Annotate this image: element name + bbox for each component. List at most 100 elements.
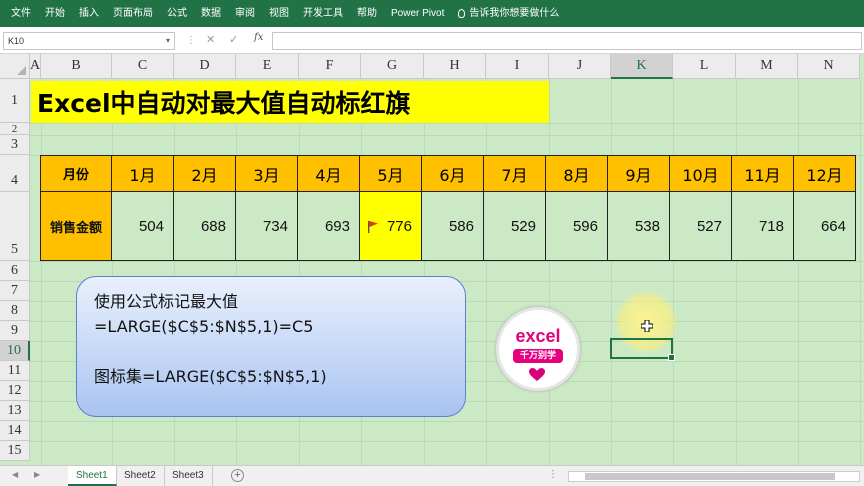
month-header-row: 月份 1月 2月 3月 4月 5月 6月 7月 8月 9月 10月 11月 12… <box>40 155 856 192</box>
note-line: 使用公式标记最大值 <box>94 292 239 311</box>
next-sheet-icon[interactable]: ▶ <box>34 470 40 479</box>
sales-value-cell[interactable]: 688 <box>173 191 236 261</box>
sales-value-cell[interactable]: 693 <box>297 191 360 261</box>
month-cell[interactable]: 8月 <box>545 155 608 192</box>
sales-value-cell[interactable]: 664 <box>793 191 856 261</box>
active-cell-k10[interactable] <box>610 338 675 361</box>
month-cell[interactable]: 10月 <box>669 155 732 192</box>
month-cell[interactable]: 11月 <box>731 155 794 192</box>
chevron-down-icon[interactable]: ▾ <box>166 33 170 49</box>
row-header-1[interactable]: 1 <box>0 79 30 123</box>
column-header-j[interactable]: J <box>549 54 611 79</box>
gridline <box>30 261 864 262</box>
row-header-13[interactable]: 13 <box>0 401 30 421</box>
row-header-4[interactable]: 4 <box>0 155 30 192</box>
enter-icon[interactable]: ✓ <box>229 33 238 46</box>
row-header-5[interactable]: 5 <box>0 192 30 261</box>
sheet-tab-sheet2[interactable]: Sheet2 <box>116 466 165 486</box>
sales-data-row: 销售金额 504 688 734 693 776 586 529 596 538… <box>40 191 856 261</box>
tab-home[interactable]: 开始 <box>38 0 72 27</box>
column-header-a[interactable]: A <box>30 54 41 79</box>
lightbulb-icon <box>458 9 466 18</box>
tab-review[interactable]: 审阅 <box>228 0 262 27</box>
gridline <box>30 135 864 136</box>
tell-me-box[interactable]: 告诉我你想要做什么 <box>451 0 566 27</box>
gridline <box>798 79 799 465</box>
tab-file[interactable]: 文件 <box>4 0 38 27</box>
month-cell[interactable]: 7月 <box>483 155 546 192</box>
row-header-14[interactable]: 14 <box>0 421 30 441</box>
row-header-15[interactable]: 15 <box>0 441 30 461</box>
tab-insert[interactable]: 插入 <box>72 0 106 27</box>
month-cell[interactable]: 3月 <box>235 155 298 192</box>
select-all-button[interactable] <box>0 54 30 79</box>
gridline <box>30 421 864 422</box>
column-header-i[interactable]: I <box>486 54 549 79</box>
row-header-8[interactable]: 8 <box>0 301 30 321</box>
row-header-12[interactable]: 12 <box>0 381 30 401</box>
column-header-m[interactable]: M <box>736 54 798 79</box>
heart-icon <box>529 368 545 381</box>
column-header-k[interactable]: K <box>611 54 673 79</box>
tab-help[interactable]: 帮助 <box>350 0 384 27</box>
max-sales-value-cell[interactable]: 776 <box>359 191 422 261</box>
column-header-g[interactable]: G <box>361 54 424 79</box>
month-cell[interactable]: 5月 <box>359 155 422 192</box>
grip-icon: ⋮ <box>186 35 196 46</box>
row-header-10[interactable]: 10 <box>0 341 30 361</box>
sales-value-cell[interactable]: 596 <box>545 191 608 261</box>
row-header-11[interactable]: 11 <box>0 361 30 381</box>
formula-input[interactable] <box>272 32 862 50</box>
month-cell[interactable]: 1月 <box>111 155 174 192</box>
row-header-2[interactable]: 2 <box>0 123 30 135</box>
tab-power-pivot[interactable]: Power Pivot <box>384 0 451 27</box>
gridline <box>673 79 674 465</box>
column-header-n[interactable]: N <box>798 54 860 79</box>
tab-data[interactable]: 数据 <box>194 0 228 27</box>
column-header-b[interactable]: B <box>41 54 112 79</box>
column-header-h[interactable]: H <box>424 54 486 79</box>
column-header-f[interactable]: F <box>299 54 361 79</box>
add-sheet-icon[interactable]: + <box>231 469 244 482</box>
row-header-7[interactable]: 7 <box>0 281 30 301</box>
sales-value-cell[interactable]: 734 <box>235 191 298 261</box>
month-cell[interactable]: 12月 <box>793 155 856 192</box>
cell-cursor-icon <box>641 320 653 332</box>
gridline <box>486 79 487 465</box>
column-header-d[interactable]: D <box>174 54 236 79</box>
row-header-6[interactable]: 6 <box>0 261 30 281</box>
scrollbar-thumb[interactable] <box>585 473 835 480</box>
month-cell[interactable]: 9月 <box>607 155 670 192</box>
column-header-c[interactable]: C <box>112 54 174 79</box>
cancel-icon[interactable]: ✕ <box>206 33 215 46</box>
sheet-tab-sheet1[interactable]: Sheet1 <box>68 466 117 486</box>
horizontal-scrollbar[interactable] <box>568 471 860 482</box>
name-box[interactable]: K10 ▾ <box>3 32 175 50</box>
sheet-tab-sheet3[interactable]: Sheet3 <box>164 466 213 486</box>
worksheet-grid[interactable]: A B C D E F G H I J K L M N 1 2 3 4 5 6 … <box>0 54 864 465</box>
sales-value-cell[interactable]: 527 <box>669 191 732 261</box>
tab-page-layout[interactable]: 页面布局 <box>106 0 160 27</box>
tab-view[interactable]: 视图 <box>262 0 296 27</box>
column-header-l[interactable]: L <box>673 54 736 79</box>
sheet-title-cell[interactable]: Excel中自动对最大值自动标红旗 <box>31 81 549 123</box>
month-cell[interactable]: 6月 <box>421 155 484 192</box>
month-cell[interactable]: 2月 <box>173 155 236 192</box>
month-label-cell[interactable]: 月份 <box>40 155 112 192</box>
sales-label-cell[interactable]: 销售金额 <box>40 191 112 261</box>
month-cell[interactable]: 4月 <box>297 155 360 192</box>
sales-value-cell[interactable]: 718 <box>731 191 794 261</box>
tab-developer[interactable]: 开发工具 <box>296 0 350 27</box>
sales-value-cell[interactable]: 538 <box>607 191 670 261</box>
sales-value-cell[interactable]: 586 <box>421 191 484 261</box>
sales-value-cell[interactable]: 504 <box>111 191 174 261</box>
row-header-3[interactable]: 3 <box>0 135 30 155</box>
sales-value-cell[interactable]: 529 <box>483 191 546 261</box>
tab-formulas[interactable]: 公式 <box>160 0 194 27</box>
insert-function-icon[interactable]: fx <box>254 32 263 43</box>
more-icon[interactable]: ⋮ <box>548 469 558 480</box>
prev-sheet-icon[interactable]: ◀ <box>12 470 18 479</box>
formula-bar: K10 ▾ ⋮ ✕ ✓ fx <box>0 27 864 54</box>
column-header-e[interactable]: E <box>236 54 299 79</box>
row-header-9[interactable]: 9 <box>0 321 30 341</box>
